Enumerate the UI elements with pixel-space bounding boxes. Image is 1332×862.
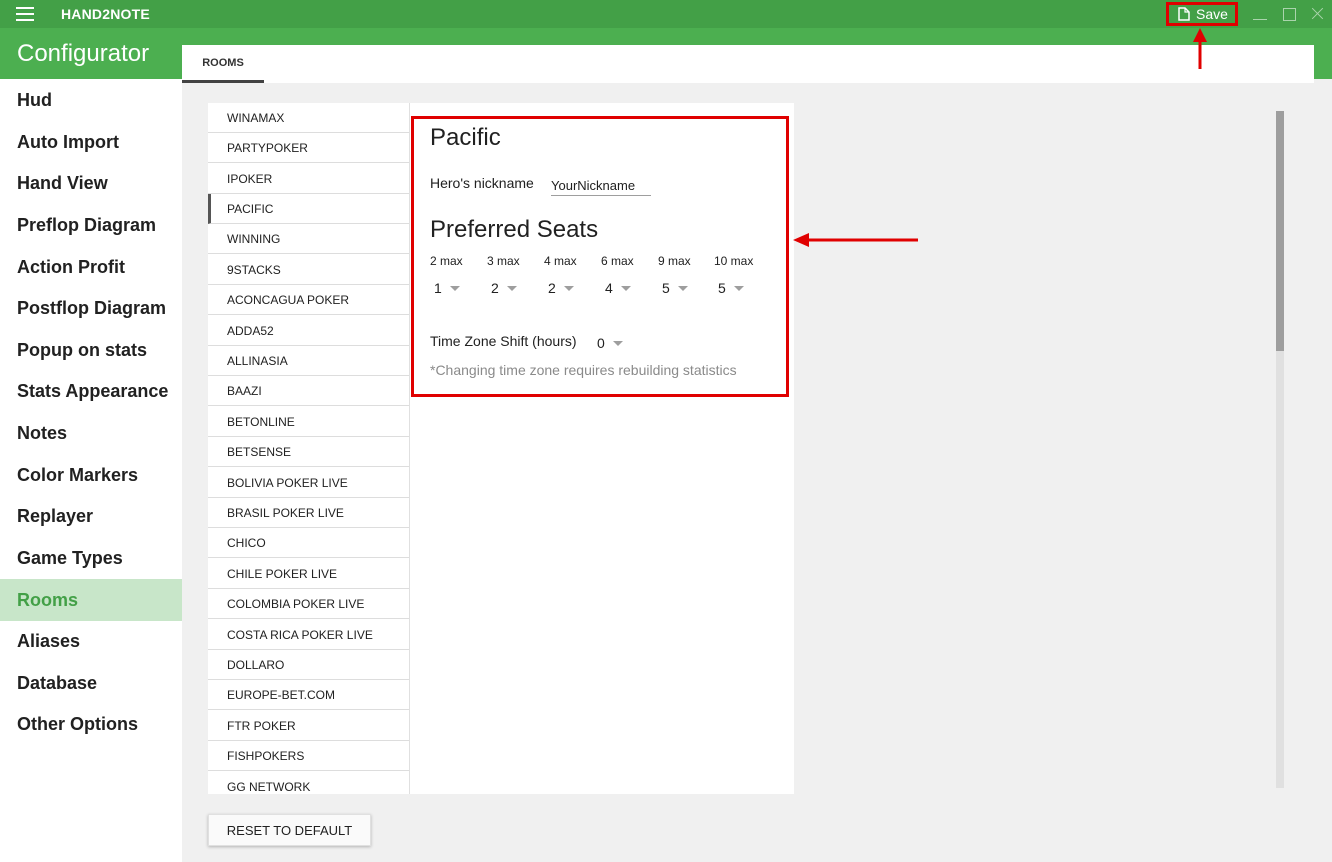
title-bar: HAND2NOTE (0, 0, 1332, 28)
chevron-down-icon (506, 285, 517, 291)
room-item-colombia-poker-live[interactable]: COLOMBIA POKER LIVE (208, 589, 409, 619)
seat-select-10max[interactable]: 5 (718, 278, 752, 298)
tab-rooms[interactable]: ROOMS (182, 45, 264, 83)
app-title: HAND2NOTE (61, 6, 150, 22)
room-item-adda52[interactable]: ADDA52 (208, 316, 409, 346)
seat-value: 5 (718, 280, 726, 296)
seat-select-9max[interactable]: 5 (662, 278, 696, 298)
room-item-fishpokers[interactable]: FISHPOKERS (208, 741, 409, 771)
seat-label-6max: 6 max (601, 254, 634, 268)
seat-value: 2 (491, 280, 499, 296)
room-item-chico[interactable]: CHICO (208, 528, 409, 558)
sidebar-item-preflop-diagram[interactable]: Preflop Diagram (0, 204, 182, 246)
room-item-9stacks[interactable]: 9STACKS (208, 255, 409, 285)
timezone-value: 0 (597, 335, 605, 351)
seat-value: 4 (605, 280, 613, 296)
room-item-gg-network[interactable]: GG NETWORK (208, 772, 409, 794)
timezone-select[interactable]: 0 (597, 333, 631, 353)
room-title: Pacific (430, 124, 501, 151)
scrollbar-thumb[interactable] (1276, 111, 1284, 351)
seat-label-2max: 2 max (430, 254, 463, 268)
arrow-up-icon (1193, 28, 1207, 69)
room-item-europe-bet[interactable]: EUROPE-BET.COM (208, 680, 409, 710)
room-item-brasil-poker-live[interactable]: BRASIL POKER LIVE (208, 498, 409, 528)
sidebar-item-hud[interactable]: Hud (0, 79, 182, 121)
save-label: Save (1196, 6, 1228, 22)
seat-label-10max: 10 max (714, 254, 754, 268)
scrollbar[interactable] (1276, 111, 1284, 788)
rooms-list: WINAMAX PARTYPOKER IPOKER PACIFIC WINNIN… (208, 103, 410, 794)
chevron-down-icon (677, 285, 688, 291)
sidebar-item-database[interactable]: Database (0, 662, 182, 704)
sidebar: Hud Auto Import Hand View Preflop Diagra… (0, 79, 182, 862)
timezone-note: *Changing time zone requires rebuilding … (430, 362, 737, 378)
sidebar-item-auto-import[interactable]: Auto Import (0, 121, 182, 163)
chevron-down-icon (612, 340, 623, 346)
room-item-partypoker[interactable]: PARTYPOKER (208, 133, 409, 163)
seat-select-6max[interactable]: 4 (605, 278, 639, 298)
seat-label-4max: 4 max (544, 254, 577, 268)
arrow-left-icon (793, 233, 918, 247)
sidebar-item-hand-view[interactable]: Hand View (0, 162, 182, 204)
room-item-bolivia-poker-live[interactable]: BOLIVIA POKER LIVE (208, 468, 409, 498)
seat-value: 5 (662, 280, 670, 296)
reset-to-default-button[interactable]: RESET TO DEFAULT (208, 814, 371, 846)
nickname-label: Hero's nickname (430, 175, 534, 191)
sidebar-item-rooms[interactable]: Rooms (0, 579, 182, 621)
preferred-seats-title: Preferred Seats (430, 216, 599, 243)
close-icon[interactable] (1310, 6, 1326, 22)
seat-select-3max[interactable]: 2 (491, 278, 525, 298)
sidebar-item-stats-appearance[interactable]: Stats Appearance (0, 370, 182, 412)
minimize-icon[interactable] (1252, 6, 1268, 22)
seat-select-4max[interactable]: 2 (548, 278, 582, 298)
sidebar-item-aliases[interactable]: Aliases (0, 620, 182, 662)
chevron-down-icon (449, 285, 460, 291)
chevron-down-icon (563, 285, 574, 291)
sidebar-item-postflop-diagram[interactable]: Postflop Diagram (0, 287, 182, 329)
maximize-icon[interactable] (1281, 6, 1297, 22)
page-title: Configurator (17, 40, 150, 67)
sidebar-item-other-options[interactable]: Other Options (0, 703, 182, 745)
sidebar-item-color-markers[interactable]: Color Markers (0, 454, 182, 496)
room-item-allinasia[interactable]: ALLINASIA (208, 346, 409, 376)
sidebar-item-game-types[interactable]: Game Types (0, 537, 182, 579)
sidebar-item-replayer[interactable]: Replayer (0, 495, 182, 537)
room-item-betonline[interactable]: BETONLINE (208, 407, 409, 437)
document-icon (1178, 7, 1190, 21)
seat-value: 1 (434, 280, 442, 296)
sidebar-item-notes[interactable]: Notes (0, 412, 182, 454)
chevron-down-icon (733, 285, 744, 291)
seat-label-3max: 3 max (487, 254, 520, 268)
room-item-betsense[interactable]: BETSENSE (208, 437, 409, 467)
room-item-pacific[interactable]: PACIFIC (208, 194, 409, 224)
room-item-dollaro[interactable]: DOLLARO (208, 650, 409, 680)
sidebar-item-action-profit[interactable]: Action Profit (0, 246, 182, 288)
room-item-baazi[interactable]: BAAZI (208, 376, 409, 406)
room-item-aconcagua-poker[interactable]: ACONCAGUA POKER (208, 285, 409, 315)
room-item-chile-poker-live[interactable]: CHILE POKER LIVE (208, 559, 409, 589)
seat-select-2max[interactable]: 1 (434, 278, 468, 298)
sidebar-item-popup-on-stats[interactable]: Popup on stats (0, 329, 182, 371)
seat-label-9max: 9 max (658, 254, 691, 268)
chevron-down-icon (620, 285, 631, 291)
menu-icon[interactable] (16, 7, 34, 21)
room-item-winamax[interactable]: WINAMAX (208, 103, 409, 133)
seat-value: 2 (548, 280, 556, 296)
save-button[interactable]: Save (1166, 2, 1238, 26)
room-item-ftr-poker[interactable]: FTR POKER (208, 711, 409, 741)
timezone-label: Time Zone Shift (hours) (430, 333, 577, 349)
tab-bar: ROOMS (182, 45, 1314, 83)
room-item-ipoker[interactable]: IPOKER (208, 164, 409, 194)
room-item-costa-rica-poker-live[interactable]: COSTA RICA POKER LIVE (208, 620, 409, 650)
nickname-input[interactable] (551, 175, 651, 196)
room-item-winning[interactable]: WINNING (208, 224, 409, 254)
